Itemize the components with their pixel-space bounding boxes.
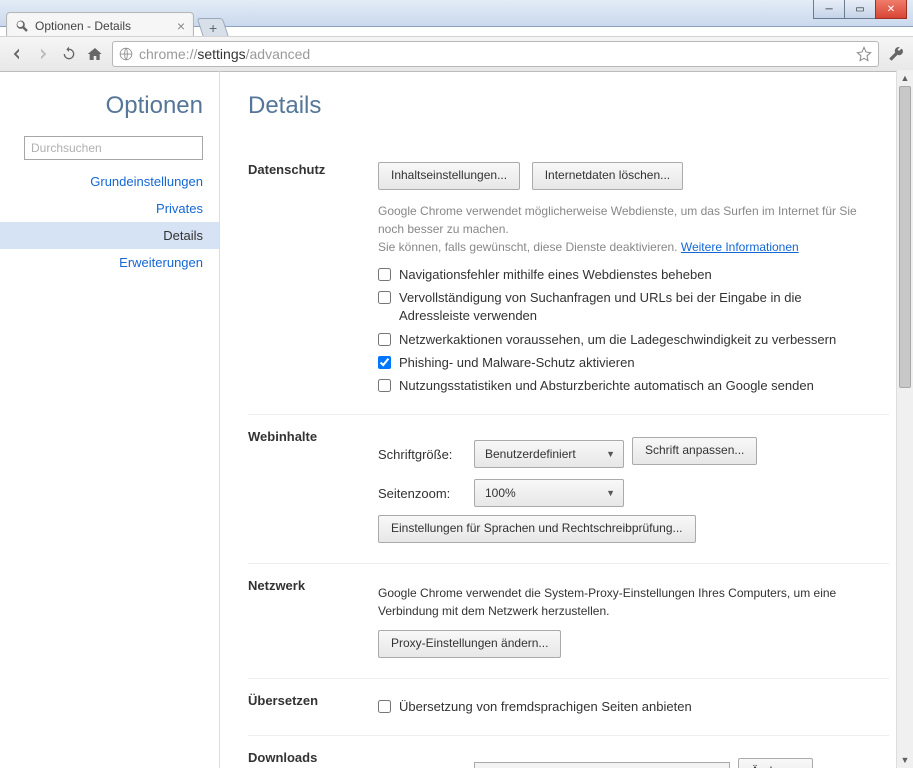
content-settings-button[interactable]: Inhaltseinstellungen...: [378, 162, 520, 190]
reload-button[interactable]: [60, 45, 78, 63]
forward-button[interactable]: [34, 45, 52, 63]
page-zoom-label: Seitenzoom:: [378, 486, 474, 501]
privacy-check-row-0: Navigationsfehler mithilfe eines Webdien…: [378, 266, 848, 284]
page-zoom-select[interactable]: 100%▼: [474, 479, 624, 507]
toolbar: chrome://settings/advanced: [0, 36, 913, 72]
translate-checkbox-row: Übersetzung von fremdsprachigen Seiten a…: [378, 698, 848, 716]
sidebar-item-details[interactable]: Details: [0, 222, 219, 249]
wrench-menu-icon[interactable]: [887, 45, 905, 63]
section-downloads: Downloads Downloadpfad: Ändern...: [248, 736, 889, 768]
section-webcontent: Webinhalte Schriftgröße: Benutzerdefinie…: [248, 415, 889, 564]
customize-fonts-button[interactable]: Schrift anpassen...: [632, 437, 757, 465]
main-content: Details Datenschutz Inhaltseinstellungen…: [220, 70, 913, 768]
vertical-scrollbar[interactable]: ▲ ▼: [896, 70, 913, 768]
omnibox[interactable]: chrome://settings/advanced: [112, 41, 879, 67]
chevron-down-icon: ▼: [606, 449, 615, 459]
privacy-checkbox-2[interactable]: [378, 333, 391, 346]
tab-title: Optionen - Details: [35, 19, 171, 33]
proxy-settings-button[interactable]: Proxy-Einstellungen ändern...: [378, 630, 561, 658]
privacy-checkbox-label-0: Navigationsfehler mithilfe eines Webdien…: [399, 266, 712, 284]
section-privacy: Datenschutz Inhaltseinstellungen... Inte…: [248, 148, 889, 415]
sidebar-item-privates[interactable]: Privates: [0, 195, 219, 222]
url-text: chrome://settings/advanced: [139, 46, 310, 62]
privacy-checkbox-label-3: Phishing- und Malware-Schutz aktivieren: [399, 354, 635, 372]
section-heading-network: Netzwerk: [248, 578, 378, 664]
section-network: Netzwerk Google Chrome verwendet die Sys…: [248, 564, 889, 679]
section-heading-translate: Übersetzen: [248, 693, 378, 721]
privacy-check-row-3: Phishing- und Malware-Schutz aktivieren: [378, 354, 848, 372]
privacy-checkbox-0[interactable]: [378, 268, 391, 281]
section-heading-downloads: Downloads: [248, 750, 378, 768]
privacy-info-text: Google Chrome verwendet möglicherweise W…: [378, 202, 858, 256]
sidebar: Optionen GrundeinstellungenPrivatesDetai…: [0, 70, 220, 768]
section-heading-webcontent: Webinhalte: [248, 429, 378, 549]
new-tab-button[interactable]: +: [197, 18, 229, 38]
sidebar-title: Optionen: [106, 92, 203, 120]
privacy-checkbox-label-1: Vervollständigung von Suchanfragen und U…: [399, 289, 848, 325]
bookmark-star-icon[interactable]: [856, 46, 872, 62]
privacy-checkbox-label-4: Nutzungsstatistiken und Absturzberichte …: [399, 377, 814, 395]
download-path-change-button[interactable]: Ändern...: [738, 758, 813, 768]
scroll-thumb[interactable]: [899, 86, 911, 388]
privacy-checkbox-3[interactable]: [378, 356, 391, 369]
scroll-up-arrow[interactable]: ▲: [897, 70, 913, 86]
privacy-check-row-4: Nutzungsstatistiken und Absturzberichte …: [378, 377, 848, 395]
privacy-checkbox-label-2: Netzwerkaktionen voraussehen, um die Lad…: [399, 331, 836, 349]
privacy-check-row-1: Vervollständigung von Suchanfragen und U…: [378, 289, 848, 325]
font-size-label: Schriftgröße:: [378, 447, 474, 462]
browser-tab[interactable]: Optionen - Details ×: [6, 12, 194, 38]
wrench-icon: [15, 19, 29, 33]
privacy-checkbox-4[interactable]: [378, 379, 391, 392]
sidebar-search-input[interactable]: [24, 136, 203, 160]
language-settings-button[interactable]: Einstellungen für Sprachen und Rechtschr…: [378, 515, 696, 543]
sidebar-item-grundeinstellungen[interactable]: Grundeinstellungen: [0, 168, 219, 195]
download-path-input[interactable]: [474, 762, 730, 768]
home-button[interactable]: [86, 45, 104, 63]
tab-close-icon[interactable]: ×: [177, 18, 185, 34]
privacy-checkbox-1[interactable]: [378, 291, 391, 304]
section-heading-privacy: Datenschutz: [248, 162, 378, 400]
translate-offer-checkbox[interactable]: [378, 700, 391, 713]
page-title: Details: [248, 92, 889, 120]
privacy-learn-more-link[interactable]: Weitere Informationen: [681, 240, 799, 254]
back-button[interactable]: [8, 45, 26, 63]
chevron-down-icon: ▼: [606, 488, 615, 498]
clear-browsing-data-button[interactable]: Internetdaten löschen...: [532, 162, 683, 190]
translate-checkbox-label: Übersetzung von fremdsprachigen Seiten a…: [399, 698, 692, 716]
network-info-text: Google Chrome verwendet die System-Proxy…: [378, 584, 858, 620]
scroll-down-arrow[interactable]: ▼: [897, 752, 913, 768]
tab-strip: Optionen - Details × +: [6, 10, 907, 38]
sidebar-item-erweiterungen[interactable]: Erweiterungen: [0, 249, 219, 276]
section-translate: Übersetzen Übersetzung von fremdsprachig…: [248, 679, 889, 736]
font-size-select[interactable]: Benutzerdefiniert▼: [474, 440, 624, 468]
privacy-check-row-2: Netzwerkaktionen voraussehen, um die Lad…: [378, 331, 848, 349]
globe-icon: [119, 47, 133, 61]
